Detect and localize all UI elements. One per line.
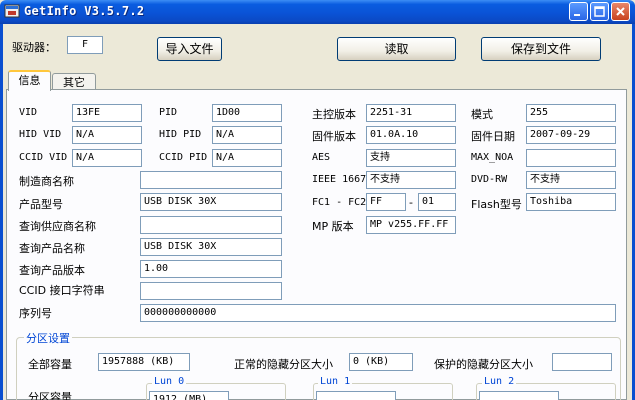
- dvd-rw-label: DVD-RW: [471, 174, 508, 185]
- window-title: GetInfo V3.5.7.2: [24, 4, 145, 18]
- import-file-button[interactable]: 导入文件: [157, 37, 222, 61]
- ieee1667-field[interactable]: 不支持: [366, 171, 456, 189]
- manufacturer-label: 制造商名称: [19, 175, 74, 188]
- lun-1-field[interactable]: [316, 391, 396, 400]
- firmware-date-field[interactable]: 2007-09-29: [526, 126, 616, 144]
- ccid-vid-label: CCID VID: [19, 152, 68, 163]
- hid-pid-label: HID PID: [159, 129, 202, 140]
- close-icon: [616, 7, 625, 16]
- maximize-icon: [594, 6, 605, 17]
- drive-field[interactable]: F: [67, 36, 103, 54]
- query-product-version-label: 查询产品版本: [19, 264, 85, 277]
- ccid-interface-label: CCID 接口字符串: [19, 284, 105, 297]
- max-noa-field[interactable]: [526, 149, 616, 167]
- pid-field[interactable]: 1D00: [212, 104, 282, 122]
- title-bar[interactable]: GetInfo V3.5.7.2: [0, 0, 635, 24]
- vid-field[interactable]: 13FE: [72, 104, 142, 122]
- fc1-fc2-label: FC1 - FC2: [312, 197, 367, 208]
- controller-version-label: 主控版本: [312, 108, 356, 121]
- aes-label: AES: [312, 152, 331, 163]
- app-icon: [4, 4, 20, 18]
- query-product-field[interactable]: USB DISK 30X: [140, 238, 282, 256]
- ccid-pid-field[interactable]: N/A: [212, 149, 282, 167]
- manufacturer-field[interactable]: [140, 171, 282, 189]
- mp-version-label: MP 版本: [312, 220, 354, 233]
- ccid-pid-label: CCID PID: [159, 152, 208, 163]
- lun-0-title: Lun 0: [152, 376, 187, 387]
- lun-1-title: Lun 1: [318, 376, 353, 387]
- hid-vid-label: HID VID: [19, 129, 62, 140]
- ccid-interface-field[interactable]: [140, 282, 282, 300]
- hid-pid-field[interactable]: N/A: [212, 126, 282, 144]
- tab-info[interactable]: 信息: [8, 70, 51, 91]
- serial-field[interactable]: 000000000000: [140, 304, 616, 322]
- serial-label: 序列号: [19, 307, 52, 320]
- protected-hidden-field[interactable]: [552, 353, 612, 371]
- ccid-vid-field[interactable]: N/A: [72, 149, 142, 167]
- mode-field[interactable]: 255: [526, 104, 616, 122]
- mp-version-field[interactable]: MP v255.FF.FF: [366, 216, 456, 234]
- partition-capacity-label: 分区容量: [28, 391, 72, 400]
- query-product-label: 查询产品名称: [19, 242, 85, 255]
- query-vendor-field[interactable]: [140, 216, 282, 234]
- product-model-field[interactable]: USB DISK 30X: [140, 193, 282, 211]
- maximize-button[interactable]: [590, 2, 609, 21]
- query-product-version-field[interactable]: 1.00: [140, 260, 282, 278]
- read-button[interactable]: 读取: [337, 37, 456, 61]
- normal-hidden-label: 正常的隐藏分区大小: [234, 358, 333, 371]
- mode-label: 模式: [471, 108, 493, 121]
- aes-field[interactable]: 支持: [366, 149, 456, 167]
- ieee1667-label: IEEE 1667: [312, 174, 367, 185]
- fc-separator: -: [409, 196, 413, 209]
- firmware-version-label: 固件版本: [312, 130, 356, 143]
- normal-hidden-field[interactable]: 0 (KB): [349, 353, 413, 371]
- flash-model-field[interactable]: Toshiba: [526, 193, 616, 211]
- product-model-label: 产品型号: [19, 198, 63, 211]
- partition-group-title: 分区设置: [24, 330, 72, 346]
- total-capacity-field[interactable]: 1957888 (KB): [98, 353, 190, 371]
- drive-label: 驱动器：: [12, 41, 56, 54]
- lun-2-field[interactable]: [479, 391, 559, 400]
- minimize-icon: [574, 14, 580, 16]
- dvd-rw-field[interactable]: 不支持: [526, 171, 616, 189]
- controller-version-field[interactable]: 2251-31: [366, 104, 456, 122]
- query-vendor-label: 查询供应商名称: [19, 220, 96, 233]
- lun-2-title: Lun 2: [482, 376, 517, 387]
- close-button[interactable]: [611, 2, 630, 21]
- fc1-field[interactable]: FF: [366, 193, 406, 211]
- firmware-version-field[interactable]: 01.0A.10: [366, 126, 456, 144]
- hid-vid-field[interactable]: N/A: [72, 126, 142, 144]
- fc2-field[interactable]: 01: [418, 193, 456, 211]
- lun-0-field[interactable]: 1912 (MB): [149, 391, 229, 400]
- pid-label: PID: [159, 107, 178, 118]
- max-noa-label: MAX_NOA: [471, 152, 514, 163]
- vid-label: VID: [19, 107, 38, 118]
- protected-hidden-label: 保护的隐藏分区大小: [434, 358, 533, 371]
- minimize-button[interactable]: [569, 2, 588, 21]
- flash-model-label: Flash型号: [471, 198, 522, 211]
- total-capacity-label: 全部容量: [28, 358, 72, 371]
- save-to-file-button[interactable]: 保存到文件: [481, 37, 601, 61]
- firmware-date-label: 固件日期: [471, 130, 515, 143]
